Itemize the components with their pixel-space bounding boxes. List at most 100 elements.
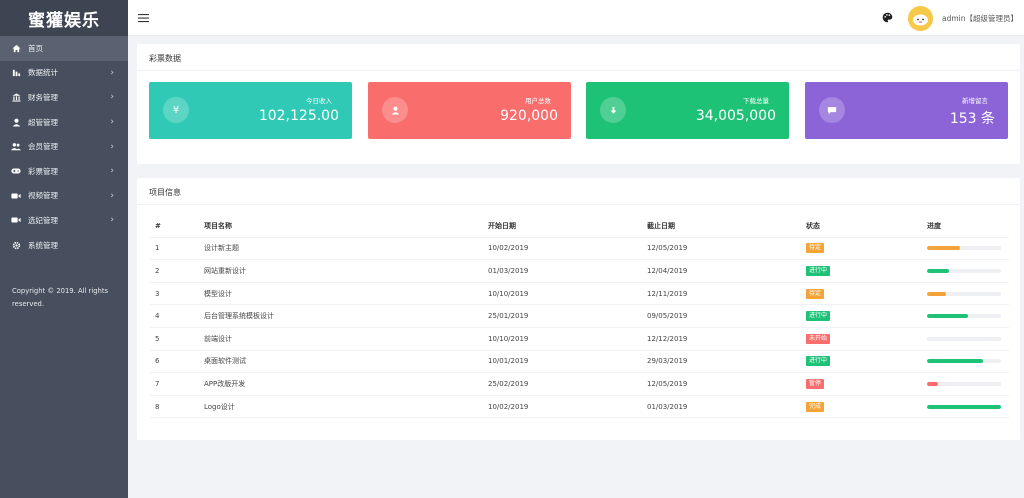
progress-bar	[927, 246, 1001, 251]
sidebar-item-statistics[interactable]: 数据统计 ›	[0, 61, 128, 86]
sidebar-item-selection[interactable]: 选妃管理 ›	[0, 208, 128, 233]
sidebar-item-home[interactable]: 首页	[0, 36, 128, 61]
yen-glyph: ¥	[172, 104, 180, 116]
stat-card-downloads: 下载总量 34,005,000	[586, 82, 789, 139]
project-name: 后台管理系统模板设计	[204, 312, 274, 321]
progress-cell	[927, 305, 1002, 327]
row-number: 3	[155, 289, 160, 298]
chevron-right-icon: ›	[110, 166, 114, 177]
status-badge: 进行中	[806, 311, 831, 322]
start-date: 10/10/2019	[488, 289, 529, 298]
progress-bar	[927, 314, 1001, 319]
chevron-right-icon: ›	[110, 117, 114, 128]
status-cell: 未开始	[806, 328, 831, 350]
stat-label: 下载总量	[743, 97, 769, 105]
sidebar-item-videos[interactable]: 视频管理 ›	[0, 184, 128, 209]
end-date: 12/04/2019	[647, 266, 688, 275]
status-cell: 进行中	[806, 260, 831, 282]
row-number: 6	[155, 357, 160, 366]
row-number: 4	[155, 312, 160, 321]
menu-toggle-icon[interactable]	[138, 12, 150, 24]
start-date: 01/03/2019	[488, 266, 529, 275]
status-badge: 暂停	[806, 378, 825, 389]
progress-cell	[927, 351, 1002, 373]
progress-bar-fill	[927, 246, 961, 251]
sidebar-item-admins[interactable]: 超管管理 ›	[0, 110, 128, 135]
progress-bar-fill	[927, 359, 983, 364]
end-date: 09/05/2019	[647, 312, 688, 321]
stat-card-income: ¥ 今日收入 102,125.00	[149, 82, 352, 139]
sidebar-item-label: 财务管理	[28, 92, 58, 102]
brand-logo[interactable]: 蜜獾娱乐	[0, 0, 128, 36]
status-cell: 进行中	[806, 305, 831, 327]
status-badge: 进行中	[806, 265, 831, 276]
sidebar: 蜜獾娱乐 首页 数据统计 › 财务管理 › 超管管理 › 会员管理 › 彩票管理…	[0, 0, 128, 498]
video-icon	[11, 191, 21, 201]
row-number: 8	[155, 402, 160, 411]
chevron-right-icon: ›	[110, 67, 114, 78]
row-number: 5	[155, 334, 160, 343]
sidebar-item-label: 超管管理	[28, 117, 58, 127]
progress-bar	[927, 359, 1001, 364]
progress-bar	[927, 381, 1001, 386]
project-name: 设计新主题	[204, 244, 239, 253]
progress-bar	[927, 268, 1001, 273]
table-body: 1 设计新主题 10/02/2019 12/05/2019 待定 2 网站重新设计 01/03…	[149, 238, 1009, 419]
progress-cell	[927, 328, 1002, 350]
sidebar-item-lottery[interactable]: 彩票管理 ›	[0, 159, 128, 184]
progress-cell	[927, 396, 1002, 418]
palette-icon[interactable]	[882, 12, 894, 24]
sidebar-item-finance[interactable]: 财务管理 ›	[0, 85, 128, 110]
download-icon	[600, 97, 626, 123]
project-name: 桌面软件测试	[204, 357, 246, 366]
sidebar-item-label: 系统管理	[28, 240, 58, 250]
copyright-text: Copyright © 2019. All rights reserved.	[12, 287, 109, 308]
home-icon	[11, 43, 21, 53]
gear-icon	[11, 240, 21, 250]
progress-cell	[927, 283, 1002, 305]
table-row: 2 网站重新设计 01/03/2019 12/04/2019 进行中	[149, 260, 1009, 283]
sidebar-item-members[interactable]: 会员管理 ›	[0, 134, 128, 159]
start-date: 25/02/2019	[488, 379, 529, 388]
row-number: 7	[155, 379, 160, 388]
stat-card-messages: 新增留言 153 条	[805, 82, 1008, 139]
avatar[interactable]	[908, 6, 933, 31]
start-date: 10/10/2019	[488, 334, 529, 343]
column-header: 开始日期	[488, 221, 516, 230]
projects-panel: 项目信息 # 项目名称 开始日期 截止日期 状态 进度 1 设计新主题 10/02/…	[137, 178, 1020, 440]
project-name: APP改版开发	[204, 379, 246, 388]
progress-cell	[927, 373, 1002, 395]
progress-bar	[927, 336, 1001, 341]
start-date: 10/02/2019	[488, 402, 529, 411]
user-menu[interactable]: admin【超级管理员】	[942, 13, 1018, 24]
status-cell: 进行中	[806, 351, 831, 373]
end-date: 12/05/2019	[647, 379, 688, 388]
yen-icon: ¥	[163, 97, 189, 123]
progress-cell	[927, 238, 1002, 260]
stat-label: 新增留言	[962, 97, 988, 105]
progress-bar-fill	[927, 314, 968, 319]
stat-value: 920,000	[500, 108, 558, 124]
sidebar-item-label: 首页	[28, 43, 43, 53]
sidebar-item-label: 会员管理	[28, 142, 58, 152]
table-row: 1 设计新主题 10/02/2019 12/05/2019 待定	[149, 238, 1009, 261]
divider	[137, 204, 1020, 205]
status-badge: 进行中	[806, 356, 831, 367]
project-name: 模型设计	[204, 289, 232, 298]
end-date: 01/03/2019	[647, 402, 688, 411]
stat-label: 用户总数	[525, 97, 551, 105]
progress-cell	[927, 260, 1002, 282]
bank-icon	[11, 92, 21, 102]
sidebar-item-system[interactable]: 系统管理	[0, 233, 128, 258]
chevron-right-icon: ›	[110, 215, 114, 226]
sidebar-item-label: 数据统计	[28, 68, 58, 78]
column-header: 进度	[927, 221, 941, 230]
column-header: #	[155, 221, 161, 230]
project-name: 网站重新设计	[204, 266, 246, 275]
progress-bar-fill	[927, 291, 946, 296]
users-icon	[11, 142, 21, 152]
progress-bar-fill	[927, 404, 1001, 409]
project-name: Logo设计	[204, 402, 235, 411]
status-cell: 完成	[806, 396, 825, 418]
user-icon	[11, 117, 21, 127]
